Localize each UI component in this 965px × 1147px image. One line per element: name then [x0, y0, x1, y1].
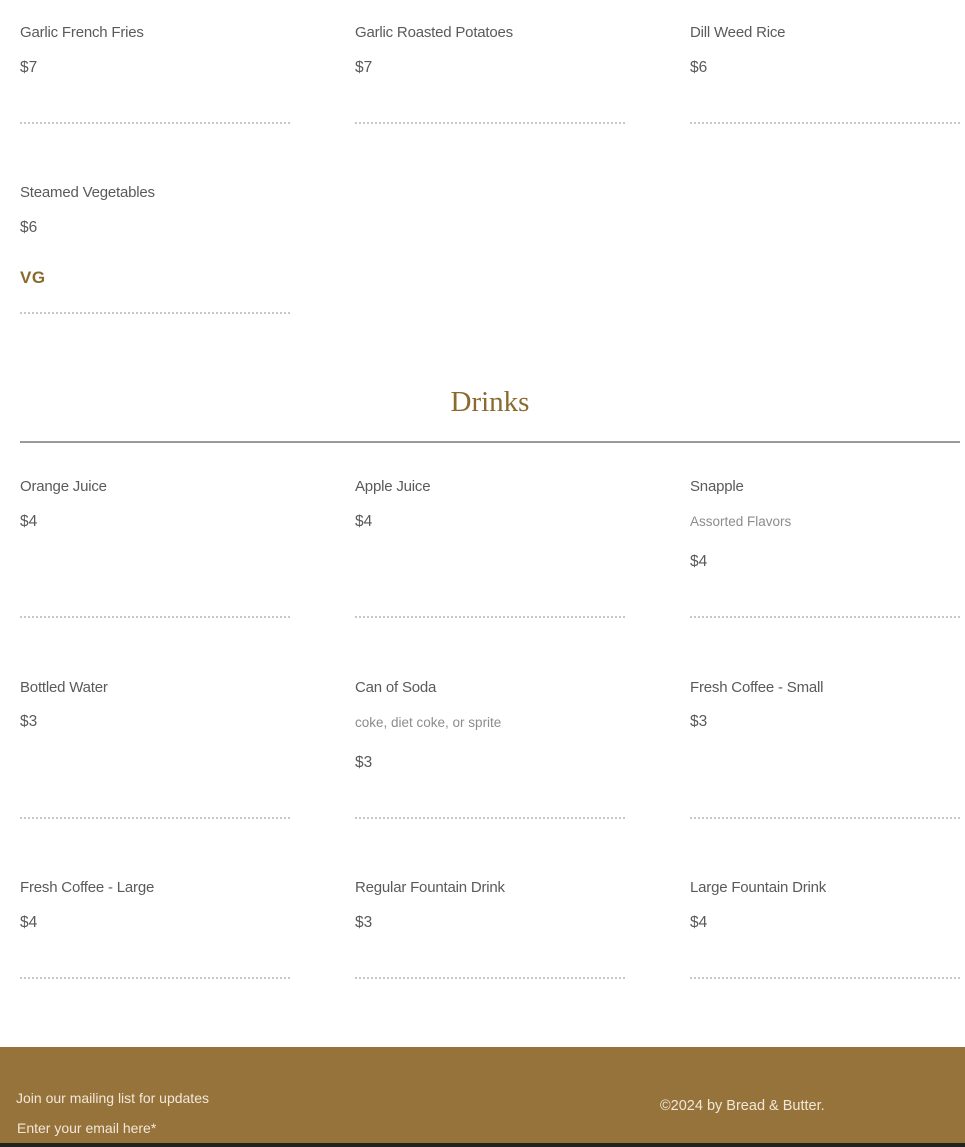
- item-name: Large Fountain Drink: [690, 879, 827, 896]
- item-price: $6: [690, 59, 708, 76]
- item-price: $3: [690, 713, 708, 730]
- item-price: $4: [355, 513, 373, 530]
- item-price: $3: [355, 754, 373, 771]
- item-price: $3: [20, 713, 38, 730]
- item-name: Bottled Water: [20, 679, 108, 696]
- item-name: Garlic Roasted Potatoes: [355, 24, 513, 41]
- item-description: coke, diet coke, or sprite: [355, 715, 502, 730]
- item-price: $7: [355, 59, 373, 76]
- email-input[interactable]: Enter your email here*: [17, 1120, 156, 1136]
- item-price: $7: [20, 59, 38, 76]
- dotted-divider: [20, 977, 290, 979]
- item-price: $4: [20, 914, 38, 931]
- item-name: Apple Juice: [355, 478, 431, 495]
- item-name: Garlic French Fries: [20, 24, 144, 41]
- dotted-divider: [690, 817, 960, 819]
- item-name: Can of Soda: [355, 679, 437, 696]
- mailing-list-label: Join our mailing list for updates: [16, 1090, 209, 1106]
- item-name: Fresh Coffee - Small: [690, 679, 824, 696]
- item-name: Snapple: [690, 478, 744, 495]
- dotted-divider: [690, 122, 960, 124]
- footer: Join our mailing list for updates Enter …: [0, 1047, 965, 1147]
- dotted-divider: [20, 312, 290, 314]
- copyright-text: ©2024 by Bread & Butter.: [660, 1098, 825, 1114]
- dotted-divider: [690, 977, 960, 979]
- item-name: Regular Fountain Drink: [355, 879, 505, 896]
- section-divider: [20, 441, 960, 443]
- item-price: $4: [690, 914, 708, 931]
- dotted-divider: [20, 817, 290, 819]
- dotted-divider: [690, 616, 960, 618]
- section-title: Drinks: [450, 386, 530, 418]
- dotted-divider: [20, 122, 290, 124]
- item-price: $6: [20, 219, 38, 236]
- dietary-tag: VG: [20, 268, 46, 287]
- email-input-underline: [0, 1143, 965, 1147]
- item-name: Orange Juice: [20, 478, 107, 495]
- item-price: $4: [690, 553, 708, 570]
- dotted-divider: [355, 616, 625, 618]
- dotted-divider: [355, 977, 625, 979]
- item-price: $3: [355, 914, 373, 931]
- dotted-divider: [20, 616, 290, 618]
- item-name: Steamed Vegetables: [20, 184, 155, 201]
- item-name: Dill Weed Rice: [690, 24, 786, 41]
- dotted-divider: [355, 122, 625, 124]
- item-price: $4: [20, 513, 38, 530]
- item-description: Assorted Flavors: [690, 514, 792, 529]
- item-name: Fresh Coffee - Large: [20, 879, 155, 896]
- dotted-divider: [355, 817, 625, 819]
